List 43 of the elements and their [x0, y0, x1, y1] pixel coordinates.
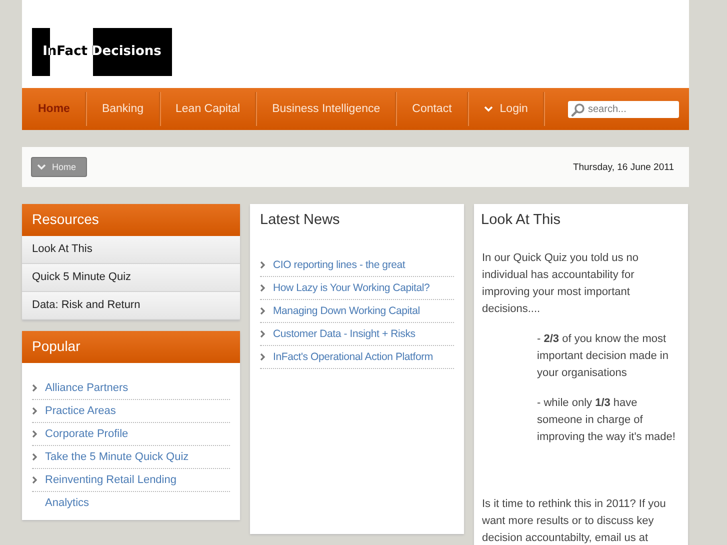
chevron-right-icon [32, 407, 38, 415]
paragraph: - while only 1/3 have someone in charge of improving the way it's made! [537, 396, 676, 445]
paragraph: - 2/3 of you know the most important decision made in your organisations [537, 332, 670, 381]
link[interactable]: Take the 5 Minute Quick Quiz [45, 451, 189, 463]
nav-link[interactable]: Business Intelligence [256, 92, 396, 126]
link[interactable]: Corporate Profile [45, 428, 128, 440]
chevron-down-icon [484, 106, 493, 112]
menu-item[interactable]: Data: Risk and Return [22, 292, 240, 320]
link[interactable]: InFact's Operational Action Platform [273, 351, 433, 363]
chevron-right-icon [32, 453, 38, 461]
panel-title: Resources [22, 204, 240, 236]
home-button[interactable]: Home [31, 157, 88, 177]
nav-link[interactable]: Banking [86, 92, 160, 126]
link[interactable]: Alliance Partners [45, 382, 128, 394]
panel-title: Popular [22, 331, 240, 363]
panel-title: Look At This [481, 212, 562, 230]
chevron-right-icon [32, 476, 38, 484]
paragraph: Is it time to rethink this in 2011? If you want more results or to discuss key decision accountabilty, email us at [482, 497, 667, 545]
link[interactable]: Practice Areas [45, 405, 116, 417]
paragraph: In our Quick Quiz you told us no individual has accountability for improving your most important decisions.... [482, 251, 640, 317]
nav-link[interactable]: Lean Capital [160, 92, 256, 126]
chevron-right-icon [260, 261, 266, 269]
chevron-right-icon [260, 330, 266, 338]
search-field[interactable]: search... [568, 100, 679, 118]
chevron-right-icon [32, 430, 38, 438]
link[interactable]: Customer Data - Insight + Risks [273, 328, 416, 340]
link[interactable]: CIO reporting lines - the great [273, 259, 406, 271]
link[interactable]: Reinventing Retail Lending [45, 474, 176, 486]
link[interactable]: How Lazy is Your Working Capital? [273, 282, 430, 294]
chevron-right-icon [260, 284, 266, 292]
nav-link[interactable]: Home [22, 92, 86, 126]
chevron-down-icon [37, 164, 46, 170]
menu-item[interactable]: Quick 5 Minute Quiz [22, 264, 240, 292]
chevron-right-icon [32, 384, 38, 392]
nav-dropdown[interactable]: Login [468, 92, 544, 126]
chevron-right-icon [260, 307, 266, 315]
link[interactable]: Managing Down Working Capital [273, 305, 420, 317]
menu-item[interactable]: Look At This [22, 236, 240, 264]
nav-link[interactable]: Contact [396, 92, 468, 126]
panel-title: Latest News [260, 212, 341, 230]
chevron-right-icon [260, 353, 266, 361]
date-text: Thursday, 16 June 2011 [572, 162, 674, 172]
link[interactable]: Analytics [45, 497, 90, 509]
